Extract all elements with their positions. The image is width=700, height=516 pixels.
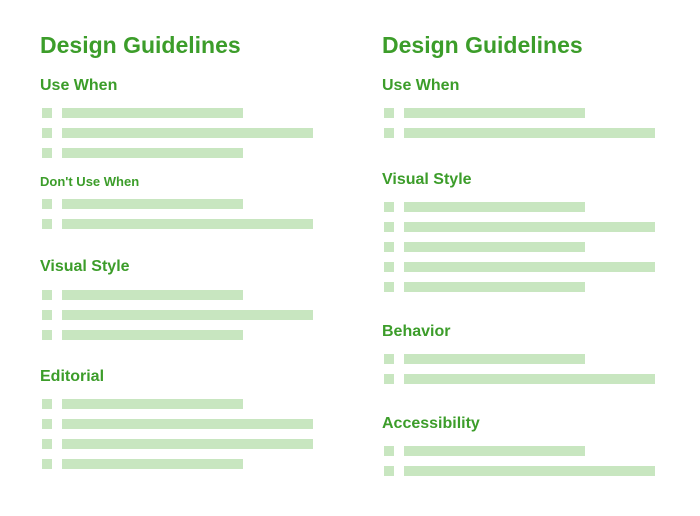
- placeholder-line: [62, 310, 313, 320]
- bullet-icon: [42, 148, 52, 158]
- bullet-icon: [42, 108, 52, 118]
- list-item: [382, 282, 700, 292]
- placeholder-line: [404, 374, 655, 384]
- placeholder-line: [404, 262, 655, 272]
- list-item: [382, 128, 700, 138]
- placeholder-line: [62, 128, 313, 138]
- section-heading-visual-style: Visual Style: [40, 258, 130, 275]
- list-item: [40, 108, 360, 118]
- list-item: [40, 419, 360, 429]
- bullet-icon: [42, 399, 52, 409]
- list-item: [382, 374, 700, 384]
- list-item: [382, 242, 700, 252]
- placeholder-line: [62, 108, 243, 118]
- bullet-icon: [384, 374, 394, 384]
- list-item: [382, 202, 700, 212]
- placeholder-line: [404, 466, 655, 476]
- placeholder-line: [62, 290, 243, 300]
- list-item: [40, 330, 360, 340]
- bullet-icon: [384, 446, 394, 456]
- list-item: [40, 459, 360, 469]
- bullet-icon: [42, 199, 52, 209]
- list-item: [382, 262, 700, 272]
- bullet-icon: [384, 128, 394, 138]
- list-item: [40, 310, 360, 320]
- list-item: [40, 439, 360, 449]
- bullet-icon: [42, 310, 52, 320]
- bullet-icon: [42, 419, 52, 429]
- placeholder-line: [404, 202, 585, 212]
- list-item: [40, 399, 360, 409]
- list-item: [40, 290, 360, 300]
- placeholder-line: [62, 148, 243, 158]
- bullet-icon: [42, 219, 52, 229]
- list-item: [40, 148, 360, 158]
- placeholder-line: [404, 242, 585, 252]
- placeholder-line: [404, 128, 655, 138]
- placeholder-line: [62, 459, 243, 469]
- page-title: Design Guidelines: [382, 32, 583, 58]
- placeholder-line: [62, 419, 313, 429]
- page-title: Design Guidelines: [40, 32, 241, 58]
- bullet-icon: [384, 222, 394, 232]
- placeholder-line: [62, 330, 243, 340]
- bullet-icon: [42, 459, 52, 469]
- section-heading-accessibility: Accessibility: [382, 415, 480, 432]
- list-item: [382, 354, 700, 364]
- section-heading-use-when: Use When: [40, 77, 118, 94]
- bullet-icon: [384, 282, 394, 292]
- bullet-icon: [384, 466, 394, 476]
- list-item: [382, 222, 700, 232]
- placeholder-line: [404, 222, 655, 232]
- bullet-icon: [384, 108, 394, 118]
- list-item: [382, 466, 700, 476]
- placeholder-line: [62, 399, 243, 409]
- placeholder-line: [404, 446, 585, 456]
- section-heading-editorial: Editorial: [40, 368, 105, 385]
- bullet-icon: [384, 242, 394, 252]
- placeholder-line: [404, 282, 585, 292]
- placeholder-line: [62, 439, 313, 449]
- list-item: [40, 199, 360, 209]
- list-item: [382, 108, 700, 118]
- bullet-icon: [42, 290, 52, 300]
- list-item: [382, 446, 700, 456]
- list-item: [40, 128, 360, 138]
- section-heading-use-when: Use When: [382, 77, 460, 94]
- bullet-icon: [42, 439, 52, 449]
- placeholder-line: [62, 219, 313, 229]
- bullet-icon: [384, 202, 394, 212]
- section-heading-behavior: Behavior: [382, 323, 451, 340]
- placeholder-line: [62, 199, 243, 209]
- section-heading-dont-use-when: Don't Use When: [40, 174, 140, 189]
- guidelines-column-left: Design Guidelines Use When Don't Use Whe…: [40, 0, 360, 516]
- bullet-icon: [384, 354, 394, 364]
- bullet-icon: [42, 330, 52, 340]
- placeholder-line: [404, 354, 585, 364]
- list-item: [40, 219, 360, 229]
- bullet-icon: [384, 262, 394, 272]
- guidelines-column-right: Design Guidelines Use When Visual Style …: [382, 0, 700, 516]
- placeholder-line: [404, 108, 585, 118]
- bullet-icon: [42, 128, 52, 138]
- section-heading-visual-style: Visual Style: [382, 171, 472, 188]
